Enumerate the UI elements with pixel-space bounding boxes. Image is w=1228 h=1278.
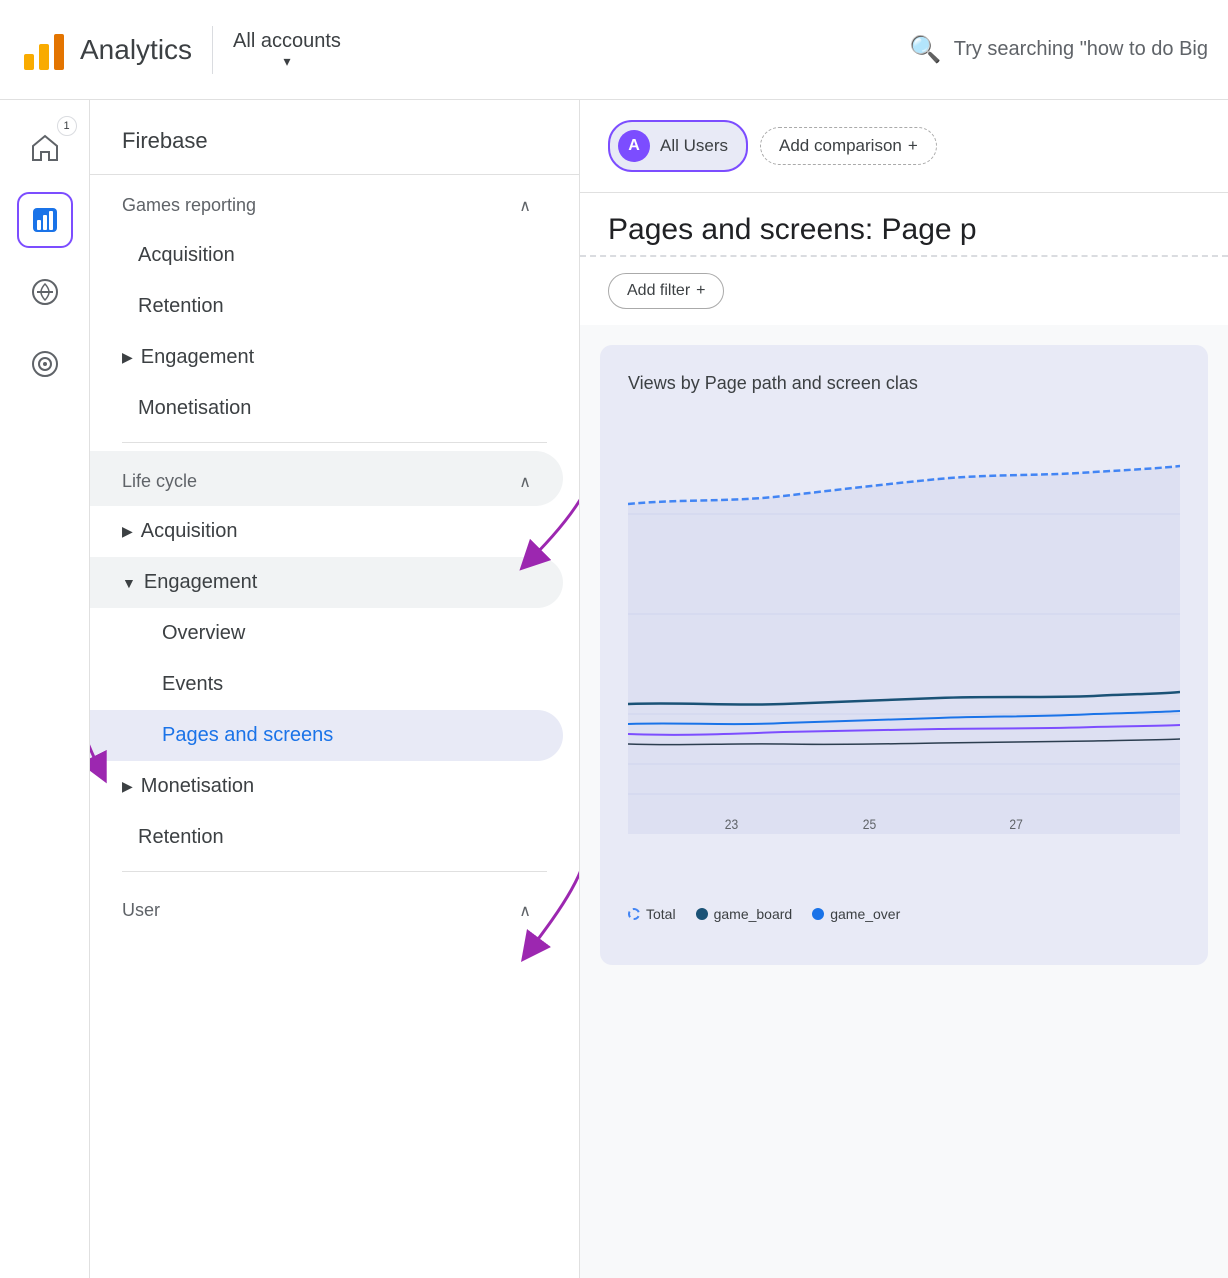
nav-item-lc-acquisition[interactable]: ▶ Acquisition	[90, 506, 563, 557]
chart-section: Views by Page path and screen clas	[600, 345, 1208, 965]
nav-item-lc-pages-screens[interactable]: Pages and screens	[90, 710, 563, 761]
arrow-right-icon: ▶	[122, 349, 133, 366]
add-comparison-label: Add comparison	[779, 136, 902, 156]
nav-item-games-engagement[interactable]: ▶ Engagement	[90, 332, 563, 383]
search-bar[interactable]: 🔍 Try searching "how to do Big	[909, 34, 1208, 65]
home-badge: 1	[57, 116, 77, 136]
nav-item-games-acquisition[interactable]: Acquisition	[90, 230, 563, 281]
filter-actions: Add filter +	[580, 257, 1228, 325]
chart-title: Views by Page path and screen clas	[628, 373, 1180, 394]
add-comparison-button[interactable]: Add comparison +	[760, 127, 937, 165]
account-arrow: ▾	[233, 53, 341, 70]
app-header: Analytics All accounts ▾ 🔍 Try searching…	[0, 0, 1228, 100]
icon-bar: 1	[0, 100, 90, 1278]
search-placeholder: Try searching "how to do Big	[954, 38, 1208, 61]
sidebar-item-reports[interactable]	[17, 192, 73, 248]
arrow-down-icon: ▼	[122, 575, 136, 591]
search-icon: 🔍	[909, 34, 941, 65]
user-label: User	[122, 900, 160, 921]
chevron-up-icon-3: ∧	[519, 901, 531, 921]
sidebar-item-explore[interactable]	[17, 264, 73, 320]
nav-item-games-monetisation[interactable]: Monetisation	[90, 383, 563, 434]
app-title: Analytics	[80, 34, 192, 66]
main-body: 1	[0, 100, 1228, 1278]
account-label: All accounts	[233, 30, 341, 53]
svg-text:25: 25	[863, 816, 876, 832]
sidebar-item-advertising[interactable]	[17, 336, 73, 392]
life-cycle-label: Life cycle	[122, 471, 197, 492]
all-users-label: All Users	[660, 136, 728, 156]
explore-icon	[29, 276, 61, 308]
analytics-logo-icon	[20, 26, 68, 74]
nav-panel: Firebase Games reporting ∧ Acquisition R…	[90, 100, 580, 1278]
legend-game-board: game_board	[696, 906, 793, 922]
svg-text:23: 23	[725, 816, 738, 832]
account-selector[interactable]: All accounts ▾	[233, 30, 341, 70]
legend-game-over-icon	[812, 908, 824, 920]
nav-item-lc-events[interactable]: Events	[90, 659, 563, 710]
add-filter-label: Add filter	[627, 282, 690, 300]
add-filter-button[interactable]: Add filter +	[608, 273, 724, 309]
nav-section-user[interactable]: User ∧	[90, 880, 563, 935]
all-users-avatar: A	[618, 130, 650, 162]
nav-section-games-reporting[interactable]: Games reporting ∧	[90, 175, 563, 230]
header-divider	[212, 26, 213, 74]
nav-item-lc-retention[interactable]: Retention	[90, 812, 563, 863]
add-comparison-icon: +	[908, 136, 918, 156]
nav-firebase-label: Firebase	[90, 100, 579, 175]
nav-item-lc-overview[interactable]: Overview	[90, 608, 563, 659]
legend-game-over: game_over	[812, 906, 900, 922]
chevron-up-icon: ∧	[519, 196, 531, 216]
home-icon	[29, 132, 61, 164]
nav-item-games-retention[interactable]: Retention	[90, 281, 563, 332]
all-users-chip[interactable]: A All Users	[608, 120, 748, 172]
arrow-right-icon-3: ▶	[122, 778, 133, 795]
page-title: Pages and screens: Page p	[580, 193, 1228, 257]
logo-group: Analytics	[20, 26, 192, 74]
content-panel: A All Users Add comparison + Pages and s…	[580, 100, 1228, 1278]
nav-item-lc-monetisation[interactable]: ▶ Monetisation	[90, 761, 563, 812]
svg-text:Oct: Oct	[722, 831, 741, 834]
legend-total-label: Total	[646, 906, 676, 922]
chart-svg: 23 Oct 25 27	[628, 414, 1180, 834]
add-filter-icon: +	[696, 282, 705, 300]
content-top-bar: A All Users Add comparison +	[580, 100, 1228, 193]
legend-game-board-icon	[696, 908, 708, 920]
legend-game-board-label: game_board	[714, 906, 793, 922]
filter-row: A All Users Add comparison +	[608, 120, 1200, 172]
svg-text:27: 27	[1009, 816, 1022, 832]
games-reporting-label: Games reporting	[122, 195, 256, 216]
arrow-right-icon-2: ▶	[122, 523, 133, 540]
chart-area: 23 Oct 25 27	[628, 414, 1180, 894]
chevron-up-icon-2: ∧	[519, 472, 531, 492]
reports-icon	[29, 204, 61, 236]
nav-separator-2	[122, 871, 547, 872]
legend-total-icon	[628, 908, 640, 920]
legend-total: Total	[628, 906, 676, 922]
sidebar-item-home[interactable]: 1	[17, 120, 73, 176]
chart-legend: Total game_board game_over	[628, 906, 1180, 922]
advertising-icon	[29, 348, 61, 380]
nav-item-lc-engagement[interactable]: ▼ Engagement	[90, 557, 563, 608]
nav-section-life-cycle[interactable]: Life cycle ∧	[90, 451, 563, 506]
nav-separator-1	[122, 442, 547, 443]
legend-game-over-label: game_over	[830, 906, 900, 922]
